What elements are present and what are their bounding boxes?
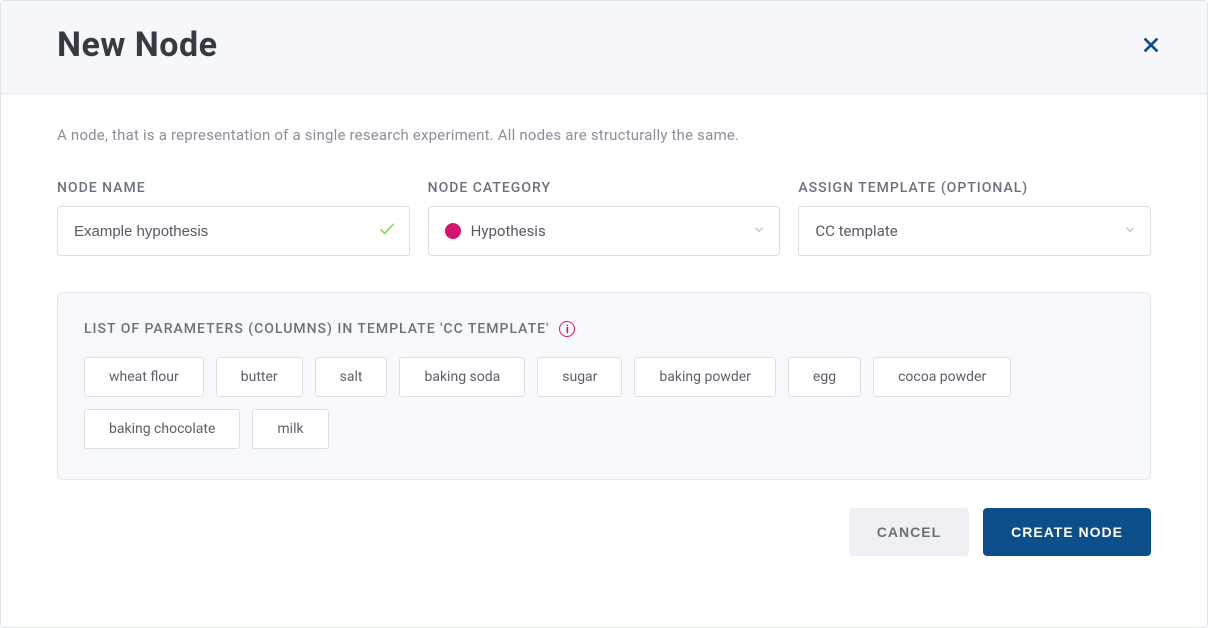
template-label: ASSIGN TEMPLATE (OPTIONAL) bbox=[798, 180, 1151, 196]
parameters-title: LIST OF PARAMETERS (COLUMNS) IN TEMPLATE… bbox=[84, 321, 549, 337]
category-color-dot bbox=[445, 223, 461, 239]
parameter-chip: salt bbox=[315, 357, 388, 397]
parameter-chip: butter bbox=[216, 357, 303, 397]
parameter-chip: baking soda bbox=[399, 357, 525, 397]
parameter-chip: cocoa powder bbox=[873, 357, 1011, 397]
template-select[interactable]: CC template bbox=[798, 206, 1151, 256]
node-name-group: NODE NAME bbox=[57, 180, 410, 256]
parameter-chip: milk bbox=[252, 409, 328, 449]
node-name-input[interactable] bbox=[57, 206, 410, 256]
parameter-chip: wheat flour bbox=[84, 357, 204, 397]
modal-description: A node, that is a representation of a si… bbox=[57, 126, 1151, 144]
parameter-chip-list: wheat flour butter salt baking soda sugar bak… bbox=[84, 357, 1124, 449]
chevron-down-icon bbox=[752, 222, 766, 241]
template-select-wrap: CC template bbox=[798, 206, 1151, 256]
parameter-chip: egg bbox=[788, 357, 861, 397]
check-icon bbox=[378, 220, 396, 242]
template-group: ASSIGN TEMPLATE (OPTIONAL) CC template bbox=[798, 180, 1151, 256]
close-button[interactable] bbox=[1135, 29, 1167, 61]
modal-title: New Node bbox=[57, 25, 217, 65]
close-icon bbox=[1140, 34, 1162, 56]
modal-body: A node, that is a representation of a si… bbox=[1, 94, 1207, 480]
parameters-header: LIST OF PARAMETERS (COLUMNS) IN TEMPLATE… bbox=[84, 321, 1124, 337]
modal-header: New Node bbox=[1, 1, 1207, 94]
chevron-down-icon bbox=[1123, 222, 1137, 241]
parameter-chip: baking powder bbox=[634, 357, 775, 397]
parameter-chip: baking chocolate bbox=[84, 409, 240, 449]
create-node-button[interactable]: CREATE NODE bbox=[983, 508, 1151, 556]
form-row: NODE NAME NODE CATEGORY Hypothesis bbox=[57, 180, 1151, 256]
parameters-panel: LIST OF PARAMETERS (COLUMNS) IN TEMPLATE… bbox=[57, 292, 1151, 480]
info-icon[interactable]: i bbox=[559, 321, 575, 337]
node-category-select[interactable]: Hypothesis bbox=[428, 206, 781, 256]
node-category-group: NODE CATEGORY Hypothesis bbox=[428, 180, 781, 256]
node-name-label: NODE NAME bbox=[57, 180, 410, 196]
node-category-value: Hypothesis bbox=[471, 222, 546, 240]
node-category-select-wrap: Hypothesis bbox=[428, 206, 781, 256]
modal-footer: CANCEL CREATE NODE bbox=[1, 508, 1207, 588]
new-node-modal: New Node A node, that is a representatio… bbox=[0, 0, 1208, 628]
template-value: CC template bbox=[815, 222, 897, 240]
node-category-label: NODE CATEGORY bbox=[428, 180, 781, 196]
parameter-chip: sugar bbox=[537, 357, 622, 397]
cancel-button[interactable]: CANCEL bbox=[849, 508, 969, 556]
node-name-input-wrap bbox=[57, 206, 410, 256]
